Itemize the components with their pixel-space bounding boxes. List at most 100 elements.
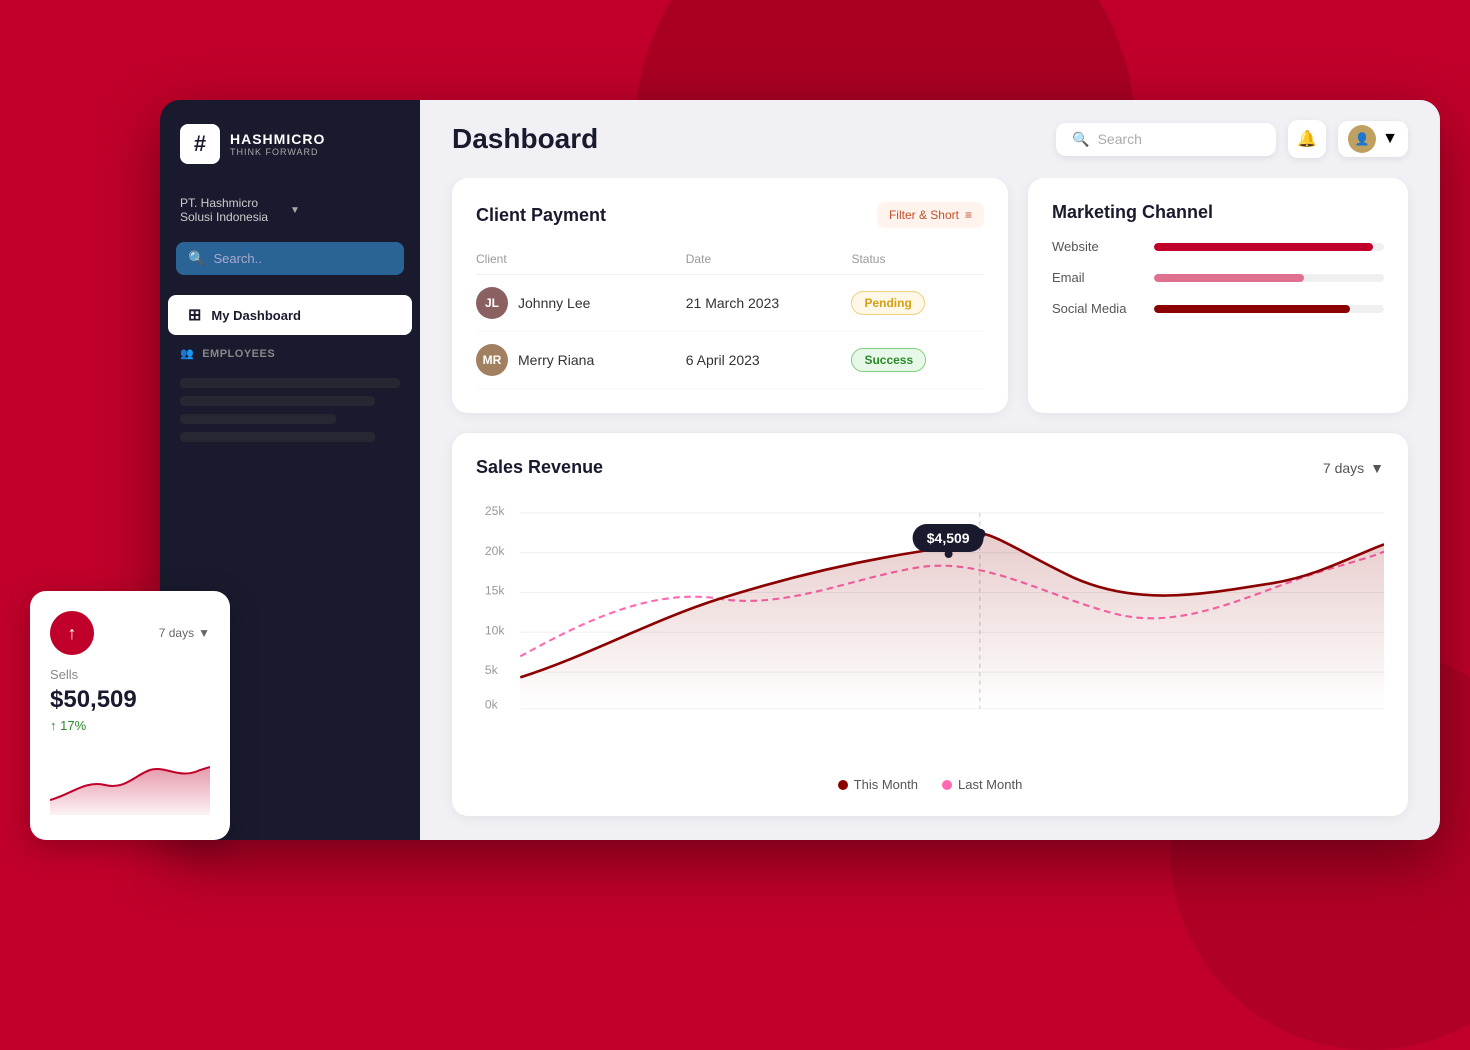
floating-card-header: ↑ 7 days ▼ [50,611,210,655]
sells-value: $50,509 [50,686,210,714]
channel-bar-bg-social [1154,305,1384,313]
floating-sells-card: ↑ 7 days ▼ Sells $50,509 ↑ 17% [30,591,230,840]
last-month-label: Last Month [958,777,1022,792]
tooltip-value: $4,509 [927,530,970,546]
sidebar-item-label: My Dashboard [211,308,301,323]
logo-text: HASHMICRO THINK FORWARD [230,131,325,157]
dashboard-grid: Client Payment Filter & Short ≡ Client D… [420,178,1440,840]
channel-social: Social Media [1052,301,1384,316]
mini-chart-svg [50,745,210,815]
sidebar-logo: # HASHMICRO THINK FORWARD [160,100,420,188]
y-label-20k: 20k [485,544,505,558]
last-month-dot [942,780,952,790]
client-info-2: MR Merry Riana [476,344,686,376]
channel-bar-website [1154,243,1373,251]
client-avatar-1: JL [476,287,508,319]
notification-button[interactable]: 🔔 [1288,120,1326,158]
logo-brand: HASHMICRO [230,131,325,147]
client-payment-title: Client Payment [476,205,606,226]
sales-revenue-title: Sales Revenue [476,457,603,478]
sidebar-search-input[interactable] [213,251,392,266]
marketing-channel-header: Marketing Channel [1052,202,1384,223]
sales-header: Sales Revenue 7 days ▼ [476,457,1384,478]
client-cell-1: JL Johnny Lee [476,275,686,332]
table-row: JL Johnny Lee 21 March 2023 Pending [476,275,984,332]
channel-label-social: Social Media [1052,301,1142,316]
client-avatar-2: MR [476,344,508,376]
search-input[interactable] [1098,131,1261,147]
y-label-25k: 25k [485,504,505,518]
chart-tooltip: $4,509 [913,524,984,552]
filter-icon: ≡ [965,208,972,222]
chart-legend: This Month Last Month [476,777,1384,792]
sidebar-search[interactable]: 🔍 [176,242,404,275]
y-label-10k: 10k [485,624,505,638]
sells-period[interactable]: 7 days ▼ [159,626,210,640]
company-selector[interactable]: PT. Hashmicro Solusi Indonesia ▼ [160,188,420,232]
status-cell-1: Pending [851,275,984,332]
sells-icon: ↑ [50,611,94,655]
chevron-down-icon: ▼ [290,205,400,216]
client-name-2: Merry Riana [518,352,594,368]
channel-bar-email [1154,274,1304,282]
chevron-down-icon: ▼ [1382,130,1398,148]
client-info-1: JL Johnny Lee [476,287,686,319]
main-content: Dashboard 🔍 🔔 👤 ▼ Client Payment [420,100,1440,840]
this-month-dot [838,780,848,790]
status-badge-success: Success [851,348,926,372]
status-badge-pending: Pending [851,291,924,315]
sells-label: Sells [50,667,210,682]
channel-website: Website [1052,239,1384,254]
search-bar[interactable]: 🔍 [1056,123,1276,156]
period-selector[interactable]: 7 days ▼ [1323,460,1384,476]
table-row: MR Merry Riana 6 April 2023 Success [476,332,984,389]
nav-section-text: EMPLOYEES [202,348,275,360]
channel-label-email: Email [1052,270,1142,285]
company-name: PT. Hashmicro Solusi Indonesia [180,196,290,224]
nav-placeholder-3 [180,414,336,424]
channel-label-website: Website [1052,239,1142,254]
this-month-label: This Month [854,777,918,792]
sells-period-label: 7 days [159,626,194,640]
date-cell-1: 21 March 2023 [686,275,852,332]
logo-tagline: THINK FORWARD [230,147,325,157]
this-month-area [520,534,1384,709]
legend-this-month: This Month [838,777,918,792]
date-cell-2: 6 April 2023 [686,332,852,389]
marketing-channel-card: Marketing Channel Website Email Social M… [1028,178,1408,413]
logo-icon: # [180,124,220,164]
page-title: Dashboard [452,123,598,155]
y-label-0k: 0k [485,698,498,712]
client-cell-2: MR Merry Riana [476,332,686,389]
col-client: Client [476,244,686,275]
status-cell-2: Success [851,332,984,389]
filter-short-button[interactable]: Filter & Short ≡ [877,202,984,228]
chevron-down-icon: ▼ [198,626,210,640]
nav-placeholder-4 [180,432,375,442]
search-icon: 🔍 [1072,131,1089,148]
dashboard-icon: ⊞ [188,305,201,325]
sales-revenue-card: Sales Revenue 7 days ▼ $4,509 25k 20k [452,433,1408,816]
nav-placeholder-1 [180,378,400,388]
y-label-15k: 15k [485,584,505,598]
period-label: 7 days [1323,460,1364,476]
channel-email: Email [1052,270,1384,285]
client-payment-header: Client Payment Filter & Short ≡ [476,202,984,228]
chevron-down-icon: ▼ [1370,460,1384,476]
client-payment-card: Client Payment Filter & Short ≡ Client D… [452,178,1008,413]
avatar-button[interactable]: 👤 ▼ [1338,121,1408,157]
nav-section-employees: 👥 EMPLOYEES [160,337,420,370]
mini-chart [50,745,210,820]
client-name-1: Johnny Lee [518,295,590,311]
channel-bar-bg-email [1154,274,1384,282]
marketing-channel-title: Marketing Channel [1052,202,1213,223]
nav-placeholder-2 [180,396,375,406]
app-container: # HASHMICRO THINK FORWARD PT. Hashmicro … [160,100,1440,840]
filter-btn-label: Filter & Short [889,208,959,222]
sells-change: ↑ 17% [50,718,210,733]
legend-last-month: Last Month [942,777,1022,792]
payment-table: Client Date Status JL Johnny Lee [476,244,984,389]
chart-container: $4,509 25k 20k 15k 10k 5k 0k [476,494,1384,765]
col-date: Date [686,244,852,275]
sidebar-item-dashboard[interactable]: ⊞ My Dashboard [168,295,412,335]
